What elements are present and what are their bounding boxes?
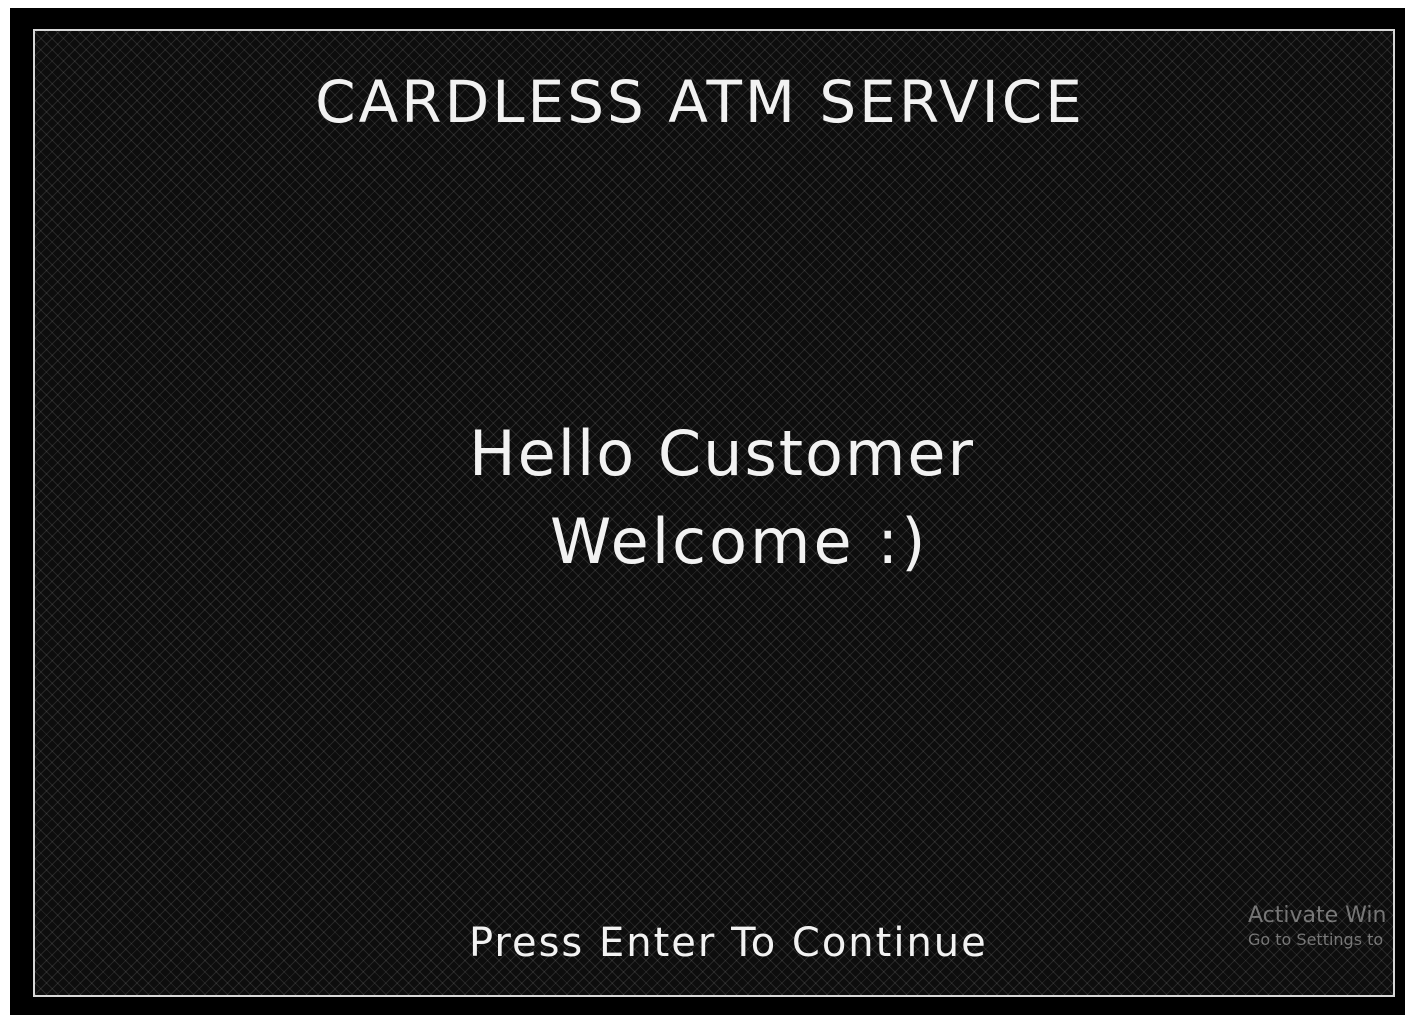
watermark-line-2: Go to Settings to (1248, 929, 1384, 949)
page-title: CARDLESS ATM SERVICE (315, 68, 1085, 136)
watermark-line-1: Activate Win (1248, 903, 1387, 928)
greeting-text: Hello Customer (469, 417, 976, 490)
continue-prompt[interactable]: Press Enter To Continue (469, 923, 988, 963)
welcome-text: Welcome :) (550, 505, 929, 578)
atm-screen: CARDLESS ATM SERVICE Hello Customer Welc… (33, 29, 1395, 997)
activation-watermark: Activate Win Go to Settings to (1248, 902, 1386, 950)
